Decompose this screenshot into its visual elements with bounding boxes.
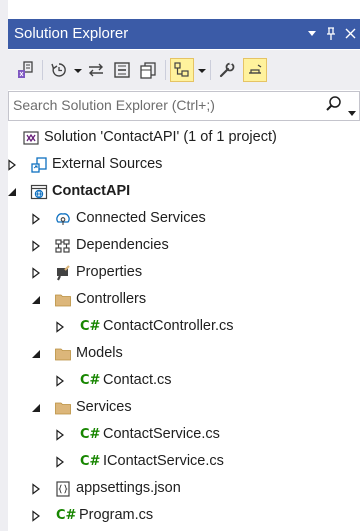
collapse-arrow-icon[interactable] bbox=[30, 347, 42, 359]
tree-item-label: ContactController.cs bbox=[103, 318, 234, 334]
tree-item-label: Program.cs bbox=[79, 507, 154, 523]
expand-arrow-icon[interactable] bbox=[54, 455, 66, 468]
csharp-file-icon: C# bbox=[80, 454, 101, 469]
tree-item-models-folder[interactable]: Models bbox=[8, 340, 360, 367]
tree-item-label: ContactService.cs bbox=[103, 426, 220, 442]
left-gutter bbox=[0, 0, 8, 531]
folder-icon bbox=[54, 291, 72, 309]
tree-item-label: Connected Services bbox=[76, 210, 206, 226]
csharp-file-icon: C# bbox=[80, 373, 101, 388]
solution-tree: Solution 'ContactAPI' (1 of 1 project) E… bbox=[8, 120, 360, 531]
json-file-icon bbox=[54, 480, 72, 498]
expand-arrow-icon[interactable] bbox=[54, 320, 66, 333]
history-icon[interactable] bbox=[48, 58, 70, 82]
switch-view-icon[interactable] bbox=[14, 58, 36, 82]
collapse-arrow-icon[interactable] bbox=[30, 293, 42, 305]
web-project-icon bbox=[30, 183, 48, 201]
expand-arrow-icon[interactable] bbox=[30, 239, 42, 252]
search-box bbox=[8, 91, 360, 121]
tree-item-properties[interactable]: Properties bbox=[8, 259, 360, 286]
tree-item-label: Solution 'ContactAPI' (1 of 1 project) bbox=[44, 129, 277, 145]
preview-icon[interactable] bbox=[243, 58, 267, 82]
expand-arrow-icon[interactable] bbox=[30, 266, 42, 279]
search-options-dropdown-icon[interactable] bbox=[348, 103, 356, 121]
search-input[interactable] bbox=[13, 95, 303, 115]
dependencies-icon bbox=[54, 237, 72, 255]
tree-item-label: External Sources bbox=[52, 156, 163, 172]
filter-dropdown-icon[interactable] bbox=[198, 69, 206, 73]
tree-item-services-folder[interactable]: Services bbox=[8, 394, 360, 421]
show-all-files-icon[interactable] bbox=[137, 58, 159, 82]
external-sources-icon bbox=[30, 156, 48, 174]
properties-wrench-icon bbox=[54, 264, 72, 282]
tree-item-program[interactable]: C# Program.cs bbox=[8, 502, 360, 529]
tree-item-external-sources[interactable]: External Sources bbox=[8, 151, 360, 178]
tree-item-label: ContactAPI bbox=[52, 183, 131, 199]
csharp-file-icon: C# bbox=[80, 427, 101, 442]
expand-arrow-icon[interactable] bbox=[30, 509, 42, 522]
preview-selected-icon[interactable] bbox=[170, 58, 194, 82]
csharp-file-icon: C# bbox=[80, 319, 101, 334]
tree-item-appsettings[interactable]: appsettings.json bbox=[8, 475, 360, 502]
expand-arrow-icon[interactable] bbox=[30, 482, 42, 495]
solution-explorer-panel: Solution Explorer Search Solution Explor… bbox=[8, 0, 360, 531]
folder-icon bbox=[54, 399, 72, 417]
history-dropdown-icon[interactable] bbox=[74, 69, 82, 73]
toolbar-separator bbox=[42, 60, 43, 80]
tree-item-contact-service[interactable]: C# ContactService.cs bbox=[8, 421, 360, 448]
window-position-dropdown-icon[interactable] bbox=[304, 24, 320, 44]
title-bar: Solution Explorer bbox=[8, 19, 360, 49]
folder-icon bbox=[54, 345, 72, 363]
tree-item-label: IContactService.cs bbox=[103, 453, 224, 469]
panel-title: Solution Explorer bbox=[14, 25, 129, 42]
expand-arrow-icon[interactable] bbox=[6, 158, 18, 171]
properties-icon[interactable] bbox=[216, 58, 238, 82]
toolbar-separator bbox=[165, 60, 166, 80]
pin-icon[interactable] bbox=[323, 24, 339, 44]
collapse-all-icon[interactable] bbox=[111, 58, 133, 82]
solution-icon bbox=[22, 129, 40, 147]
expand-arrow-icon[interactable] bbox=[54, 428, 66, 441]
tree-item-label: Controllers bbox=[76, 291, 147, 307]
search-icon[interactable] bbox=[325, 95, 345, 115]
tree-item-label: Contact.cs bbox=[103, 372, 172, 388]
tree-item-label: Services bbox=[76, 399, 132, 415]
tree-item-contact[interactable]: C# Contact.cs bbox=[8, 367, 360, 394]
tree-item-solution[interactable]: Solution 'ContactAPI' (1 of 1 project) bbox=[8, 124, 360, 151]
csharp-file-icon: C# bbox=[56, 508, 77, 523]
expand-arrow-icon[interactable] bbox=[30, 212, 42, 225]
tree-item-label: Properties bbox=[76, 264, 143, 280]
sync-icon[interactable] bbox=[85, 58, 107, 82]
toolbar bbox=[8, 50, 360, 90]
tree-item-controllers-folder[interactable]: Controllers bbox=[8, 286, 360, 313]
toolbar-separator bbox=[210, 60, 211, 80]
close-icon[interactable] bbox=[342, 24, 358, 44]
tree-item-connected-services[interactable]: Connected Services bbox=[8, 205, 360, 232]
tree-item-project[interactable]: ContactAPI bbox=[8, 178, 360, 205]
window: Solution Explorer Search Solution Explor… bbox=[0, 0, 360, 531]
tree-item-label: appsettings.json bbox=[76, 480, 181, 496]
collapse-arrow-icon[interactable] bbox=[6, 185, 18, 197]
tree-item-contact-controller[interactable]: C# ContactController.cs bbox=[8, 313, 360, 340]
connected-services-icon bbox=[54, 210, 72, 228]
tree-item-label: Dependencies bbox=[76, 237, 169, 253]
tree-item-dependencies[interactable]: Dependencies bbox=[8, 232, 360, 259]
tree-item-icontact-service[interactable]: C# IContactService.cs bbox=[8, 448, 360, 475]
expand-arrow-icon[interactable] bbox=[54, 374, 66, 387]
collapse-arrow-icon[interactable] bbox=[30, 401, 42, 413]
tree-item-label: Models bbox=[76, 345, 123, 361]
